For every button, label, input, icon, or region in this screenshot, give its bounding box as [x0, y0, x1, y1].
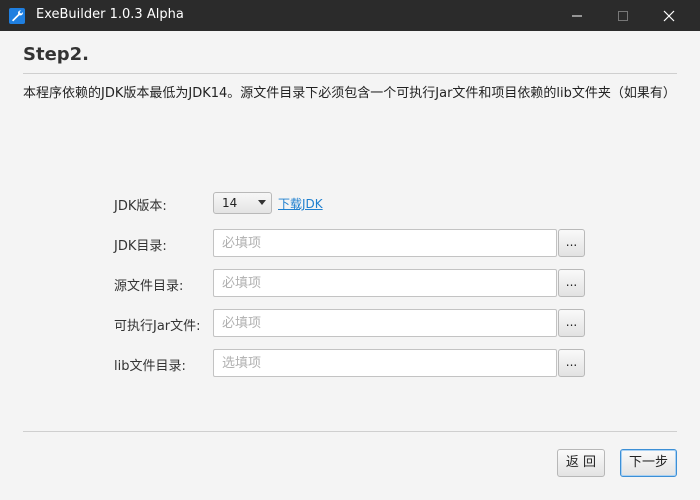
- jdk-version-select[interactable]: 14: [213, 192, 272, 214]
- divider: [23, 73, 677, 74]
- chevron-down-icon: [258, 200, 266, 205]
- lib-dir-browse-button[interactable]: ...: [558, 349, 585, 377]
- jar-file-label: 可执行Jar文件:: [114, 319, 201, 334]
- download-jdk-link[interactable]: 下载JDK: [278, 195, 323, 212]
- window-title: ExeBuilder 1.0.3 Alpha: [36, 7, 184, 22]
- page-title: Step2.: [23, 44, 90, 65]
- jdk-version-label: JDK版本:: [114, 199, 167, 214]
- maximize-icon: [618, 11, 628, 21]
- jdk-version-value: 14: [222, 196, 238, 210]
- source-dir-label: 源文件目录:: [114, 279, 184, 294]
- wrench-icon: [9, 8, 25, 24]
- divider: [23, 431, 677, 432]
- jdk-dir-browse-button[interactable]: ...: [558, 229, 585, 257]
- close-button[interactable]: [646, 0, 692, 31]
- title-bar: ExeBuilder 1.0.3 Alpha: [0, 0, 700, 31]
- source-dir-input[interactable]: [213, 269, 557, 297]
- jar-file-input[interactable]: [213, 309, 557, 337]
- close-icon: [663, 10, 675, 22]
- minimize-icon: [572, 15, 582, 17]
- jdk-dir-label: JDK目录:: [114, 239, 167, 254]
- jar-file-browse-button[interactable]: ...: [558, 309, 585, 337]
- jdk-dir-input[interactable]: [213, 229, 557, 257]
- next-button[interactable]: 下一步: [620, 449, 677, 477]
- back-button[interactable]: 返 回: [557, 449, 605, 477]
- maximize-button[interactable]: [600, 0, 646, 31]
- step-description: 本程序依赖的JDK版本最低为JDK14。源文件目录下必须包含一个可执行Jar文件…: [23, 86, 676, 101]
- minimize-button[interactable]: [554, 0, 600, 31]
- lib-dir-label: lib文件目录:: [114, 359, 186, 374]
- source-dir-browse-button[interactable]: ...: [558, 269, 585, 297]
- lib-dir-input[interactable]: [213, 349, 557, 377]
